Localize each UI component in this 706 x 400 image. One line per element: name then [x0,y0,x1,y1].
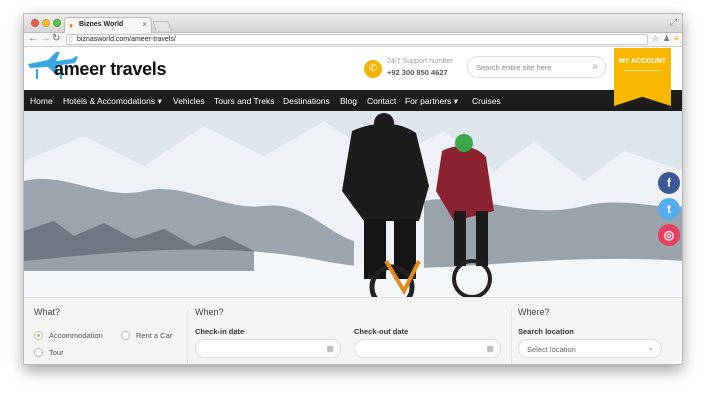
nav-item-destinations[interactable]: Destinations [283,96,330,106]
hero-image [24,111,682,297]
checkout-label: Check-out date [354,327,409,336]
zoom-window-button[interactable] [53,19,61,27]
page-icon: ▯ [69,36,73,43]
when-heading: When? [195,307,224,317]
address-field[interactable]: ▯ biznasworld.com/ameer-travels/ [66,34,648,45]
my-account-label: MY ACCOUNT [618,58,667,65]
title-bar: ♦ Biznes World × ⤢ [24,14,682,33]
rent-a-car-label[interactable]: Rent a Car [136,331,172,340]
extension-icon[interactable]: ♟ [663,34,670,43]
where-heading: Where? [518,307,550,317]
accommodation-radio[interactable] [34,331,43,340]
address-text: biznasworld.com/ameer-travels/ [77,36,176,43]
logo-text[interactable]: ameer travels [54,59,166,80]
close-window-button[interactable] [31,19,39,27]
location-select[interactable]: Select location ⌄ [518,339,662,358]
minimize-window-button[interactable] [42,19,50,27]
facebook-icon[interactable]: f [658,172,680,194]
nav-item-blog[interactable]: Blog [340,96,357,106]
location-label: Search location [518,327,574,336]
nav-item-hotels[interactable]: Hotels & Accomodations ▾ [63,96,162,107]
nav-item-vehicles[interactable]: Vehicles [173,96,205,106]
location-select-value: Select location [527,345,576,354]
browser-window: ♦ Biznes World × ⤢ ← → ↻ ▯ biznasworld.c… [23,13,683,365]
section-divider [511,310,512,364]
search-input[interactable]: Search entire site here ⌕ [467,56,606,78]
my-account-underline [624,70,661,71]
twitter-icon[interactable]: t [658,198,680,220]
hero-mountain-scene [24,111,682,297]
support-phone-number[interactable]: +92 300 850 4627 [387,68,448,77]
checkin-date-input[interactable]: ▦ [195,339,341,358]
forward-arrow-icon[interactable]: → [40,33,50,44]
main-navigation: Home Hotels & Accomodations ▾ Vehicles T… [24,90,682,111]
nav-item-home[interactable]: Home [30,96,53,106]
browser-tab[interactable]: ♦ Biznes World × [64,17,152,33]
nav-item-contact[interactable]: Contact [367,96,396,106]
reload-icon[interactable]: ↻ [52,33,60,44]
nav-item-tours[interactable]: Tours and Treks [214,96,274,106]
calendar-icon[interactable]: ▦ [486,344,494,353]
favicon-icon: ♦ [69,21,74,30]
rent-a-car-radio[interactable] [121,331,130,340]
checkin-label: Check-in date [195,327,245,336]
tab-title: Biznes World [79,21,124,28]
calendar-icon[interactable]: ▦ [326,344,334,353]
menu-icon[interactable]: ≡ [674,34,679,43]
site-header: ameer travels ✆ 24/7 Support number +92 … [24,48,682,106]
new-tab-button[interactable] [152,21,172,31]
booking-search-panel: What? Accommodation Rent a Car Tour When… [24,297,682,364]
bookmark-star-icon[interactable]: ☆ [652,34,659,43]
section-divider [187,310,188,364]
tour-radio[interactable] [34,348,43,357]
nav-item-partners[interactable]: For partners ▾ [405,96,458,107]
instagram-icon[interactable]: ◎ [658,224,680,246]
checkout-date-input[interactable]: ▦ [354,339,501,358]
chevron-down-icon[interactable]: ⌄ [647,343,654,352]
nav-item-cruises[interactable]: Cruises [472,96,501,106]
tour-label[interactable]: Tour [49,348,64,357]
what-heading: What? [34,307,61,317]
phone-icon: ✆ [364,60,382,78]
accommodation-label[interactable]: Accommodation [49,331,103,340]
close-tab-icon[interactable]: × [142,20,147,29]
url-bar: ← → ↻ ▯ biznasworld.com/ameer-travels/ ☆… [24,33,682,47]
back-arrow-icon[interactable]: ← [28,33,38,44]
search-icon[interactable]: ⌕ [592,61,598,72]
search-placeholder: Search entire site here [476,63,552,72]
support-label: 24/7 Support number [387,58,453,65]
fullscreen-icon[interactable]: ⤢ [670,17,677,28]
